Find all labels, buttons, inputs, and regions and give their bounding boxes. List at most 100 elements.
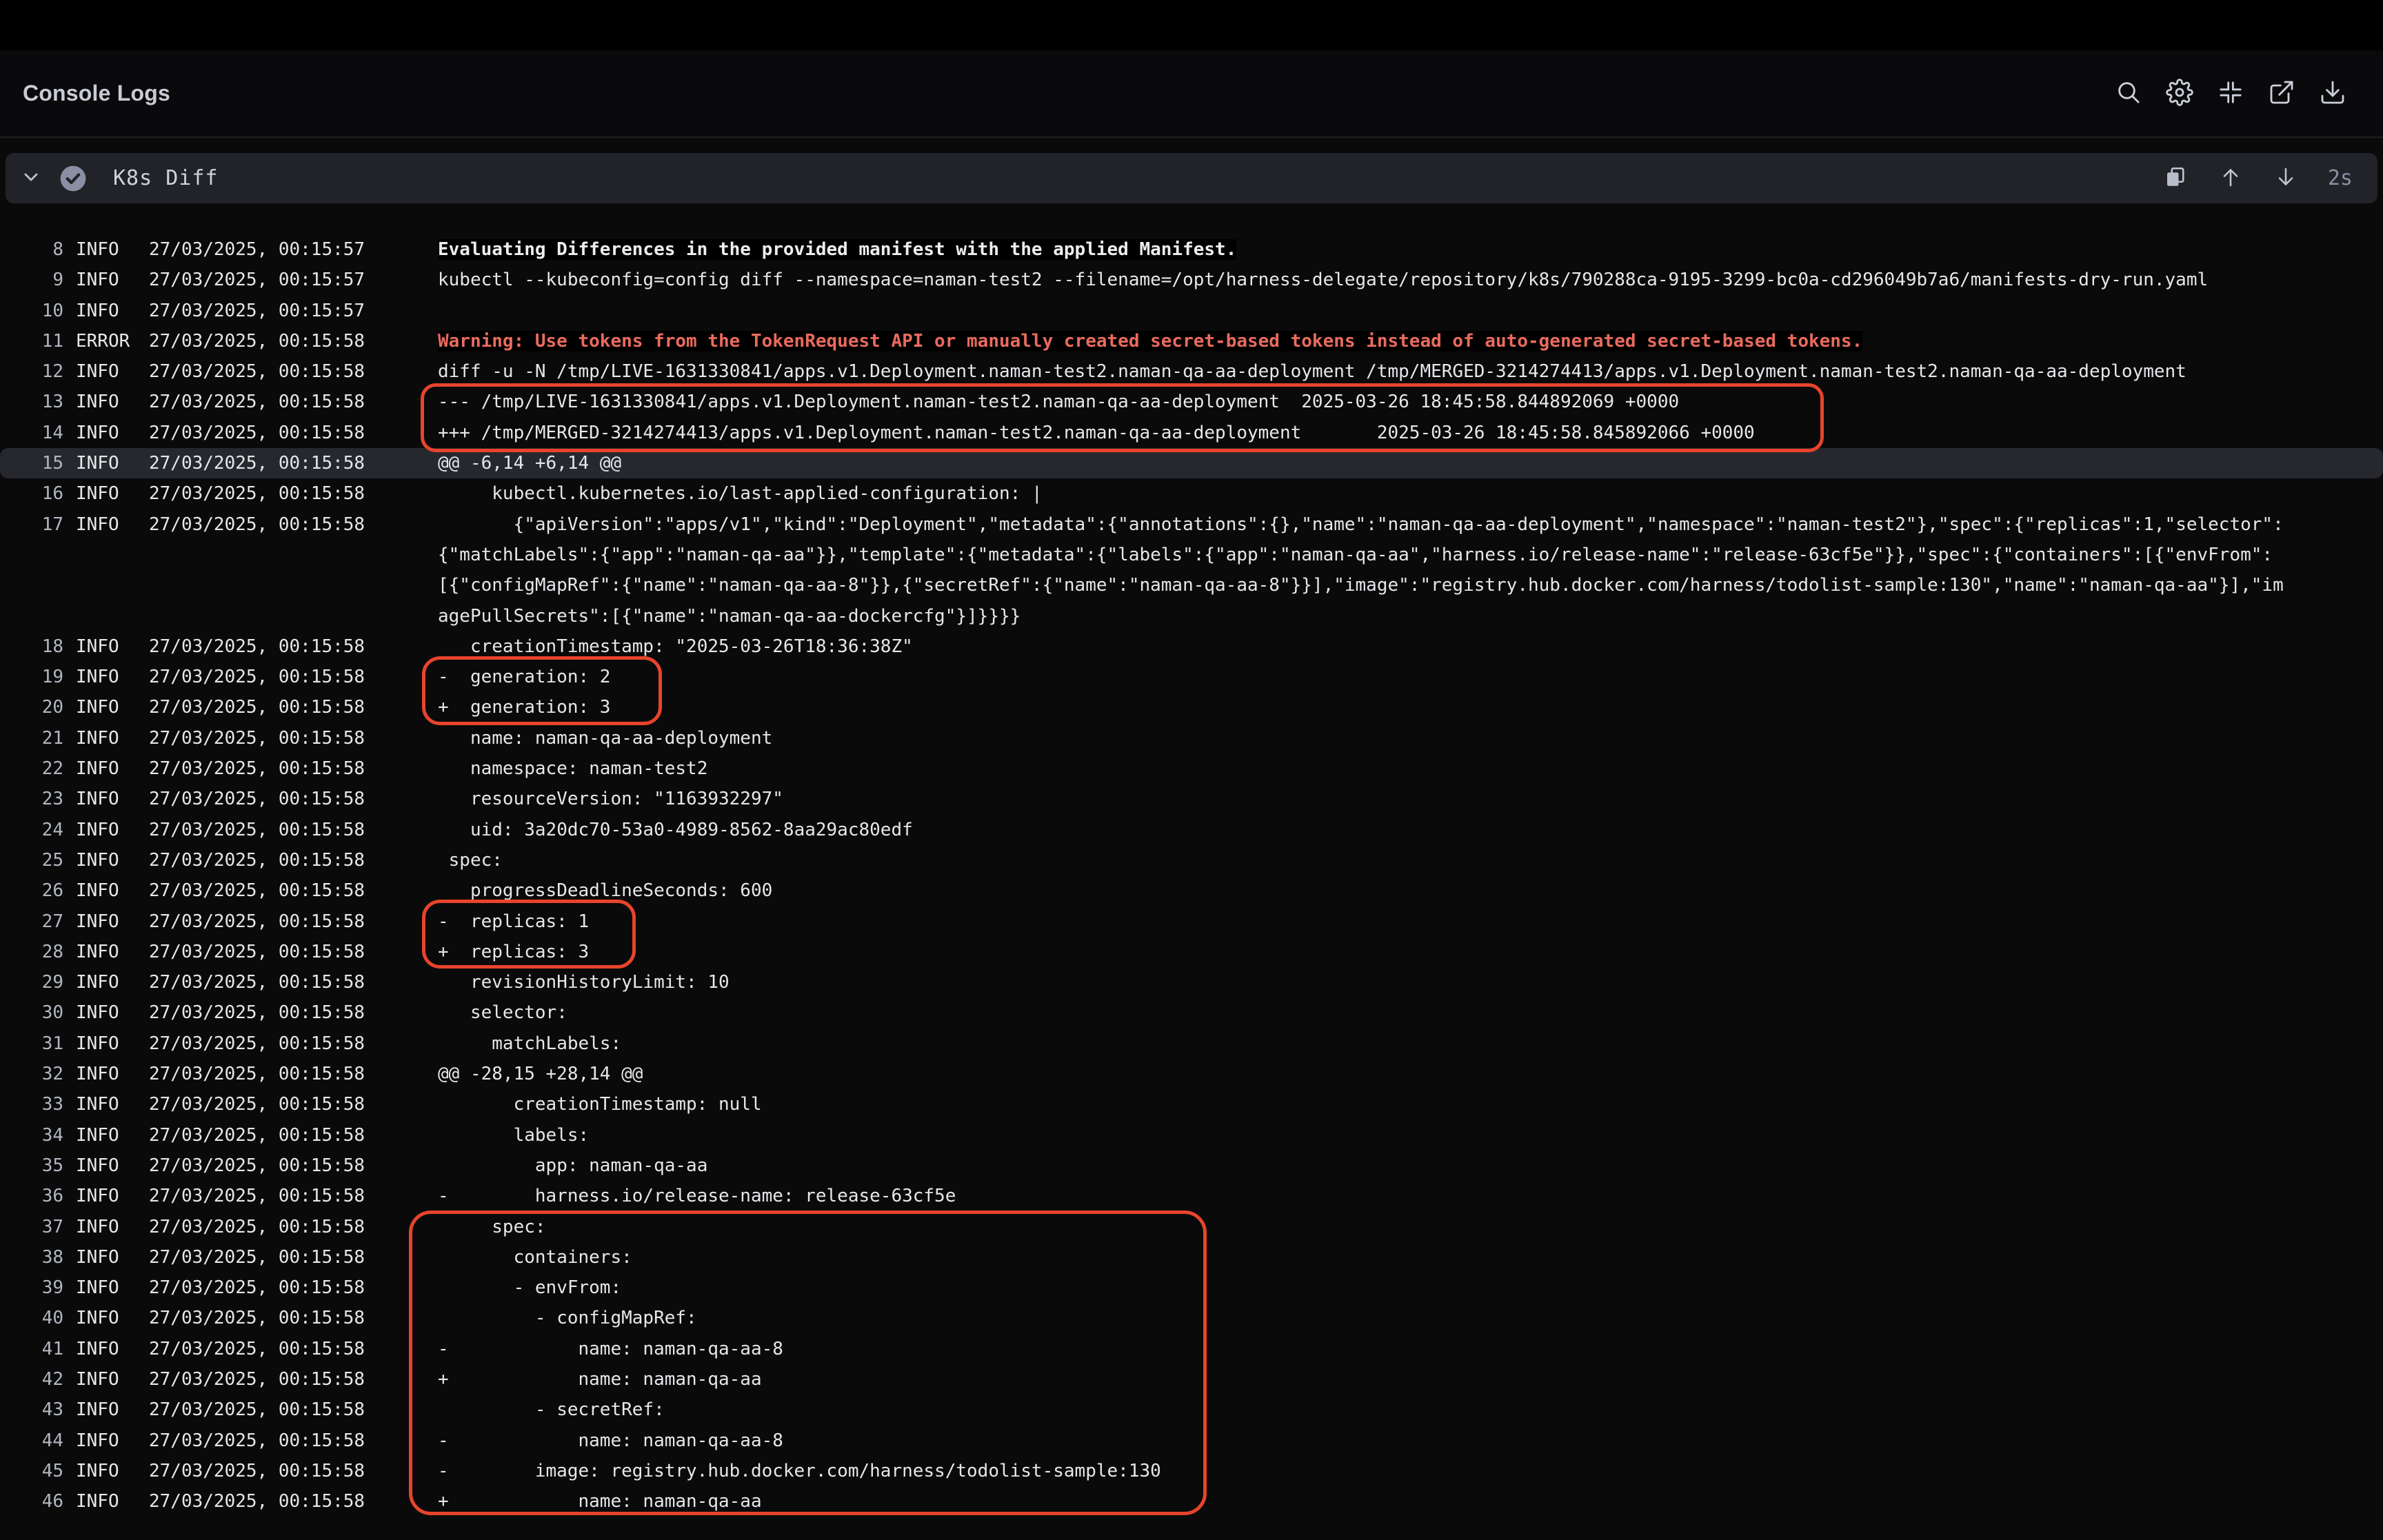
log-message: Warning: Use tokens from the TokenReques… [438,326,2286,356]
log-timestamp: 27/03/2025, 00:15:58 [149,937,365,967]
log-timestamp: 27/03/2025, 00:15:58 [149,815,365,845]
log-row[interactable]: 46 INFO 27/03/2025, 00:15:58 + name: nam… [0,1486,2383,1517]
log-level: INFO [76,1242,134,1273]
log-timestamp: 27/03/2025, 00:15:58 [149,1303,365,1333]
log-timestamp: 27/03/2025, 00:15:58 [149,1395,365,1425]
log-row[interactable]: 44 INFO 27/03/2025, 00:15:58 - name: nam… [0,1426,2383,1456]
log-row[interactable]: 10 INFO 27/03/2025, 00:15:57 [0,296,2383,326]
log-message: labels: [438,1120,2286,1151]
log-row[interactable]: 42 INFO 27/03/2025, 00:15:58 + name: nam… [0,1364,2383,1395]
log-message: kubectl --kubeconfig=config diff --names… [438,265,2286,295]
log-timestamp: 27/03/2025, 00:15:58 [149,967,365,997]
log-row[interactable]: 28 INFO 27/03/2025, 00:15:58 + replicas:… [0,937,2383,967]
log-row[interactable]: 25 INFO 27/03/2025, 00:15:58 spec: [0,845,2383,875]
log-row[interactable]: 41 INFO 27/03/2025, 00:15:58 - name: nam… [0,1334,2383,1364]
log-row[interactable]: 31 INFO 27/03/2025, 00:15:58 matchLabels… [0,1029,2383,1059]
line-number: 43 [0,1395,63,1425]
log-level: INFO [76,1212,134,1242]
log-row[interactable]: 39 INFO 27/03/2025, 00:15:58 - envFrom: [0,1273,2383,1303]
log-row[interactable]: 22 INFO 27/03/2025, 00:15:58 namespace: … [0,753,2383,784]
log-row[interactable]: 15 INFO 27/03/2025, 00:15:58 @@ -6,14 +6… [0,448,2383,478]
line-number: 45 [0,1456,63,1486]
line-number: 29 [0,967,63,997]
log-row[interactable]: 45 INFO 27/03/2025, 00:15:58 - image: re… [0,1456,2383,1486]
log-row[interactable]: 16 INFO 27/03/2025, 00:15:58 kubectl.kub… [0,478,2383,509]
collapse-button[interactable] [2215,78,2246,110]
log-message: creationTimestamp: "2025-03-26T18:36:38Z… [438,631,2286,662]
log-level: INFO [76,1151,134,1181]
log-row[interactable]: 19 INFO 27/03/2025, 00:15:58 - generatio… [0,662,2383,692]
log-row[interactable]: 14 INFO 27/03/2025, 00:15:58 +++ /tmp/ME… [0,418,2383,448]
log-level: INFO [76,997,134,1028]
log-message: + generation: 3 [438,692,2286,722]
settings-button[interactable] [2164,78,2195,110]
step-header-k8s-diff[interactable]: K8s Diff 2s [6,153,2377,203]
log-row[interactable]: 20 INFO 27/03/2025, 00:15:58 + generatio… [0,692,2383,722]
log-row[interactable]: 8 INFO 27/03/2025, 00:15:57 Evaluating D… [0,234,2383,265]
log-row[interactable]: 34 INFO 27/03/2025, 00:15:58 labels: [0,1120,2383,1151]
log-level: INFO [76,418,134,448]
log-level: INFO [76,967,134,997]
log-timestamp: 27/03/2025, 00:15:58 [149,1242,365,1273]
log-row[interactable]: 23 INFO 27/03/2025, 00:15:58 resourceVer… [0,784,2383,814]
log-row[interactable]: 24 INFO 27/03/2025, 00:15:58 uid: 3a20dc… [0,815,2383,845]
log-row[interactable]: 40 INFO 27/03/2025, 00:15:58 - configMap… [0,1303,2383,1333]
log-row[interactable]: 11 ERROR 27/03/2025, 00:15:58 Warning: U… [0,326,2383,356]
line-number: 42 [0,1364,63,1395]
log-row[interactable]: 29 INFO 27/03/2025, 00:15:58 revisionHis… [0,967,2383,997]
log-row[interactable]: 32 INFO 27/03/2025, 00:15:58 @@ -28,15 +… [0,1059,2383,1089]
log-message: uid: 3a20dc70-53a0-4989-8562-8aa29ac80ed… [438,815,2286,845]
log-row[interactable]: 9 INFO 27/03/2025, 00:15:57 kubectl --ku… [0,265,2383,295]
log-row[interactable]: 26 INFO 27/03/2025, 00:15:58 progressDea… [0,875,2383,906]
log-message: - secretRef: [438,1395,2286,1425]
download-button[interactable] [2317,78,2349,110]
log-message: app: naman-qa-aa [438,1151,2286,1181]
line-number: 14 [0,418,63,448]
log-level: INFO [76,723,134,753]
collapse-step-button[interactable] [15,163,47,194]
chevron-down-icon [20,166,42,190]
log-timestamp: 27/03/2025, 00:15:58 [149,1151,365,1181]
page-title: Console Logs [23,81,170,106]
log-message: name: naman-qa-aa-deployment [438,723,2286,753]
log-row[interactable]: 18 INFO 27/03/2025, 00:15:58 creationTim… [0,631,2383,662]
log-row[interactable]: 21 INFO 27/03/2025, 00:15:58 name: naman… [0,723,2383,753]
log-row[interactable]: 36 INFO 27/03/2025, 00:15:58 - harness.i… [0,1181,2383,1211]
log-message: @@ -28,15 +28,14 @@ [438,1059,2286,1089]
log-level: INFO [76,662,134,692]
log-timestamp: 27/03/2025, 00:15:58 [149,1029,365,1059]
scroll-to-top-button[interactable] [2215,163,2246,194]
log-row[interactable]: 37 INFO 27/03/2025, 00:15:58 spec: [0,1212,2383,1242]
log-row[interactable]: 43 INFO 27/03/2025, 00:15:58 - secretRef… [0,1395,2383,1425]
log-timestamp: 27/03/2025, 00:15:57 [149,296,365,326]
copy-button[interactable] [2160,163,2191,194]
log-row[interactable]: 17 INFO 27/03/2025, 00:15:58 {"apiVersio… [0,509,2383,631]
log-row[interactable]: 35 INFO 27/03/2025, 00:15:58 app: naman-… [0,1151,2383,1181]
line-number: 44 [0,1426,63,1456]
log-row[interactable]: 38 INFO 27/03/2025, 00:15:58 containers: [0,1242,2383,1273]
log-timestamp: 27/03/2025, 00:15:58 [149,875,365,906]
log-message: - name: naman-qa-aa-8 [438,1334,2286,1364]
line-number: 9 [0,265,63,295]
line-number: 24 [0,815,63,845]
console-header: Console Logs [0,50,2383,138]
log-row[interactable]: 27 INFO 27/03/2025, 00:15:58 - replicas:… [0,906,2383,937]
copy-icon [2163,165,2188,192]
open-external-button[interactable] [2266,78,2297,110]
log-row[interactable]: 30 INFO 27/03/2025, 00:15:58 selector: [0,997,2383,1028]
log-message: creationTimestamp: null [438,1089,2286,1119]
log-message: +++ /tmp/MERGED-3214274413/apps.v1.Deplo… [438,418,2286,448]
log-row[interactable]: 13 INFO 27/03/2025, 00:15:58 --- /tmp/LI… [0,387,2383,417]
step-duration: 2s [2328,166,2353,190]
search-button[interactable] [2113,78,2144,110]
scroll-to-bottom-button[interactable] [2270,163,2302,194]
line-number: 40 [0,1303,63,1333]
log-row[interactable]: 33 INFO 27/03/2025, 00:15:58 creationTim… [0,1089,2383,1119]
log-message: - generation: 2 [438,662,2286,692]
log-level: INFO [76,692,134,722]
log-timestamp: 27/03/2025, 00:15:58 [149,692,365,722]
log-row[interactable]: 12 INFO 27/03/2025, 00:15:58 diff -u -N … [0,356,2383,387]
log-timestamp: 27/03/2025, 00:15:58 [149,997,365,1028]
log-timestamp: 27/03/2025, 00:15:58 [149,418,365,448]
log-level: INFO [76,1059,134,1089]
